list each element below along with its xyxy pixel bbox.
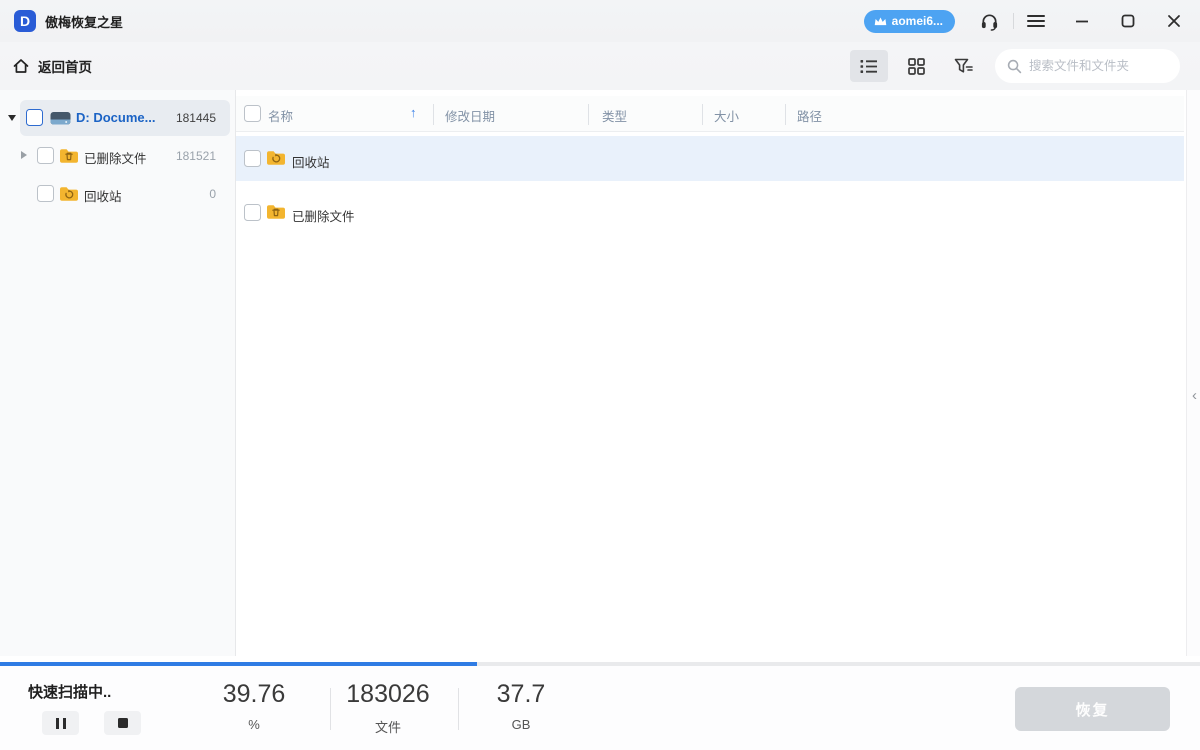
sidebar-item-deleted-files[interactable]: 已删除文件 181521 [0, 138, 236, 174]
collapse-expander-icon[interactable] [8, 115, 16, 121]
back-home-button[interactable]: 返回首页 [0, 56, 92, 76]
stat-size-value: 37.7 [496, 680, 546, 708]
app-window: D 傲梅恢复之星 aomei6... 返回首页 搜索文件和文件夹 D: Docu… [0, 0, 1200, 750]
deleted-files-checkbox[interactable] [37, 147, 54, 164]
titlebar-divider [1013, 13, 1014, 29]
stat-percent-label: % [248, 717, 260, 732]
grid-view-icon [907, 57, 925, 75]
stat-files-value: 183026 [346, 680, 430, 708]
folder-deleted-icon [60, 149, 78, 163]
drive-d-label: D: Docume... [76, 109, 156, 125]
account-badge-label: aomei6... [891, 14, 943, 28]
toolbar: 返回首页 [0, 42, 1200, 90]
app-logo-icon: D [14, 10, 36, 32]
collapse-panel-chevron-icon[interactable]: ‹ [1192, 388, 1197, 403]
deleted-files-count: 181521 [175, 149, 216, 163]
list-view-icon [860, 59, 877, 73]
search-box [995, 49, 1180, 83]
scan-status-text: 快速扫描中.. [28, 684, 112, 701]
table-row-recycle-bin[interactable]: 回收站 [236, 136, 1184, 181]
drive-icon [50, 112, 71, 125]
stat-percent: 39.76 % [194, 680, 314, 732]
app-title: 傲梅恢复之星 [45, 14, 124, 30]
account-badge[interactable]: aomei6... [863, 9, 955, 33]
filter-button[interactable] [944, 50, 982, 82]
drive-d-checkbox[interactable] [26, 109, 43, 126]
stop-button[interactable] [104, 711, 141, 735]
sidebar-item-drive-d[interactable]: D: Docume... 181445 [0, 100, 236, 136]
sidebar-tree: D: Docume... 181445 已删除文件 181521 回收站 0 [0, 90, 236, 656]
column-divider[interactable] [702, 104, 703, 125]
deleted-files-label: 已删除文件 [84, 152, 147, 166]
recycle-bin-checkbox[interactable] [37, 185, 54, 202]
column-divider[interactable] [433, 104, 434, 125]
crown-icon [874, 17, 886, 25]
drive-d-count: 181445 [175, 111, 216, 125]
filter-icon [954, 58, 973, 73]
folder-recycle-icon [60, 187, 78, 201]
minimize-icon[interactable] [1070, 9, 1094, 33]
column-type[interactable]: 类型 [602, 106, 627, 125]
row-checkbox[interactable] [244, 204, 261, 221]
stat-percent-value: 39.76 [222, 680, 286, 708]
row-checkbox[interactable] [244, 150, 261, 167]
recycle-bin-label: 回收站 [84, 190, 122, 204]
recover-button[interactable]: 恢复 [1015, 687, 1170, 731]
row-name: 已删除文件 [292, 210, 355, 224]
titlebar: D 傲梅恢复之星 aomei6... [0, 0, 1200, 42]
maximize-icon[interactable] [1116, 9, 1140, 33]
search-input[interactable] [1029, 59, 1159, 73]
column-size[interactable]: 大小 [714, 106, 739, 125]
sort-ascending-icon[interactable]: ↑ [410, 105, 417, 120]
back-home-label: 返回首页 [38, 60, 92, 75]
stat-size-label: GB [511, 717, 531, 732]
close-icon[interactable] [1162, 9, 1186, 33]
column-divider[interactable] [785, 104, 786, 125]
list-view-button[interactable] [850, 50, 888, 82]
recycle-bin-count: 0 [209, 187, 216, 201]
search-icon [1007, 59, 1022, 73]
grid-view-button[interactable] [897, 50, 935, 82]
stat-divider [458, 688, 459, 730]
pause-button[interactable] [42, 711, 79, 735]
sidebar-item-recycle-bin[interactable]: 回收站 0 [0, 176, 236, 212]
table-row-deleted-files[interactable]: 已删除文件 [236, 190, 1184, 235]
stat-size: 37.7 GB [461, 680, 581, 732]
select-all-checkbox[interactable] [244, 105, 261, 122]
stat-files: 183026 文件 [318, 680, 458, 736]
table-header: 名称 ↑ 修改日期 类型 大小 路径 [236, 96, 1184, 132]
column-path[interactable]: 路径 [797, 106, 822, 125]
folder-recycle-icon [267, 151, 285, 165]
expand-expander-icon[interactable] [21, 151, 27, 159]
status-footer: 快速扫描中.. 39.76 % 183026 文件 37.7 GB 恢复 [0, 666, 1200, 750]
vertical-scrollbar[interactable] [1186, 90, 1200, 656]
home-icon [13, 59, 29, 73]
file-table: 名称 ↑ 修改日期 类型 大小 路径 回收站 已删除文件 ‹ [236, 90, 1200, 656]
stop-icon [117, 718, 128, 728]
folder-deleted-icon [267, 205, 285, 219]
column-divider[interactable] [588, 104, 589, 125]
menu-icon[interactable] [1024, 9, 1048, 33]
support-headset-icon[interactable] [977, 9, 1001, 33]
column-date-modified[interactable]: 修改日期 [445, 106, 495, 125]
pause-icon [55, 717, 66, 729]
column-name[interactable]: 名称 [268, 106, 293, 125]
row-name: 回收站 [292, 156, 330, 170]
stat-files-label: 文件 [374, 720, 401, 735]
